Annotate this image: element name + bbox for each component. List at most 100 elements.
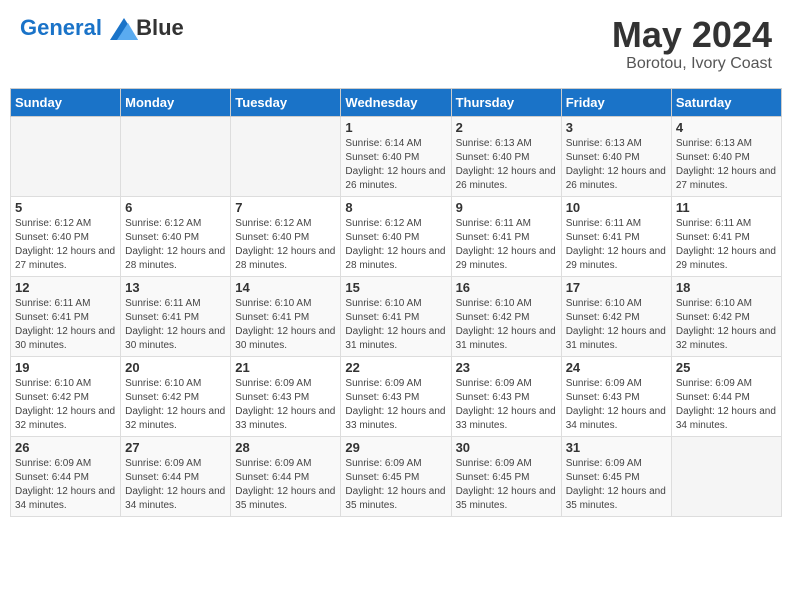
calendar-header-row: SundayMondayTuesdayWednesdayThursdayFrid… [11,88,782,116]
calendar-cell: 17 Sunrise: 6:10 AMSunset: 6:42 PMDayligh… [561,276,671,356]
day-info: Sunrise: 6:12 AMSunset: 6:40 PMDaylight:… [125,217,226,273]
day-info: Sunrise: 6:10 AMSunset: 6:42 PMDaylight:… [566,297,667,353]
calendar-cell: 7 Sunrise: 6:12 AMSunset: 6:40 PMDaylight… [231,196,341,276]
day-info: Sunrise: 6:10 AMSunset: 6:42 PMDaylight:… [456,297,557,353]
calendar-cell: 30 Sunrise: 6:09 AMSunset: 6:45 PMDayligh… [451,436,561,516]
day-info: Sunrise: 6:12 AMSunset: 6:40 PMDaylight:… [235,217,336,273]
calendar-cell: 21Sunrise: 6:09 AMSunset: 6:43 PMDayligh… [231,356,341,436]
day-number: 11 [676,200,777,215]
day-number: 14 [235,280,336,295]
calendar-cell: 1Sunrise: 6:14 AMSunset: 6:40 PMDaylight… [341,116,451,196]
day-number: 4 [676,120,777,135]
day-number: 3 [566,120,667,135]
calendar-cell: 2 Sunrise: 6:13 AMSunset: 6:40 PMDaylight… [451,116,561,196]
day-number: 12 [15,280,116,295]
day-number: 29 [345,440,446,455]
calendar-week-3: 12 Sunrise: 6:11 AMSunset: 6:41 PMDayligh… [11,276,782,356]
calendar-cell: 25Sunrise: 6:09 AMSunset: 6:44 PMDayligh… [671,356,781,436]
day-info: Sunrise: 6:09 AMSunset: 6:43 PMDaylight:… [456,377,557,433]
weekday-header-friday: Friday [561,88,671,116]
day-info: Sunrise: 6:11 AMSunset: 6:41 PMDaylight:… [125,297,226,353]
day-info: Sunrise: 6:09 AMSunset: 6:45 PMDaylight:… [456,457,557,513]
day-info: Sunrise: 6:11 AMSunset: 6:41 PMDaylight:… [456,217,557,273]
calendar-cell: 24Sunrise: 6:09 AMSunset: 6:43 PMDayligh… [561,356,671,436]
day-number: 2 [456,120,557,135]
day-number: 21 [235,360,336,375]
day-info: Sunrise: 6:09 AMSunset: 6:44 PMDaylight:… [125,457,226,513]
day-number: 25 [676,360,777,375]
weekday-header-thursday: Thursday [451,88,561,116]
day-number: 5 [15,200,116,215]
calendar-cell: 16Sunrise: 6:10 AMSunset: 6:42 PMDayligh… [451,276,561,356]
logo: General Blue [20,15,184,41]
day-number: 7 [235,200,336,215]
day-info: Sunrise: 6:11 AMSunset: 6:41 PMDaylight:… [676,217,777,273]
calendar-cell: 20 Sunrise: 6:10 AMSunset: 6:42 PMDayligh… [121,356,231,436]
calendar-table: SundayMondayTuesdayWednesdayThursdayFrid… [10,88,782,517]
day-number: 27 [125,440,226,455]
day-info: Sunrise: 6:11 AMSunset: 6:41 PMDaylight:… [566,217,667,273]
weekday-header-wednesday: Wednesday [341,88,451,116]
calendar-cell: 5 Sunrise: 6:12 AMSunset: 6:40 PMDaylight… [11,196,121,276]
calendar-cell: 31 Sunrise: 6:09 AMSunset: 6:45 PMDayligh… [561,436,671,516]
day-info: Sunrise: 6:13 AMSunset: 6:40 PMDaylight:… [456,137,557,193]
day-info: Sunrise: 6:09 AMSunset: 6:45 PMDaylight:… [345,457,446,513]
calendar-cell: 6 Sunrise: 6:12 AMSunset: 6:40 PMDaylight… [121,196,231,276]
day-number: 10 [566,200,667,215]
day-info: Sunrise: 6:12 AMSunset: 6:40 PMDaylight:… [15,217,116,273]
day-info: Sunrise: 6:09 AMSunset: 6:43 PMDaylight:… [345,377,446,433]
calendar-cell: 29 Sunrise: 6:09 AMSunset: 6:45 PMDayligh… [341,436,451,516]
calendar-cell: 13 Sunrise: 6:11 AMSunset: 6:41 PMDayligh… [121,276,231,356]
calendar-cell: 10 Sunrise: 6:11 AMSunset: 6:41 PMDayligh… [561,196,671,276]
calendar-cell [121,116,231,196]
day-number: 23 [456,360,557,375]
day-number: 26 [15,440,116,455]
calendar-cell: 22Sunrise: 6:09 AMSunset: 6:43 PMDayligh… [341,356,451,436]
calendar-cell [11,116,121,196]
day-number: 15 [345,280,446,295]
calendar-week-4: 19 Sunrise: 6:10 AMSunset: 6:42 PMDayligh… [11,356,782,436]
day-number: 6 [125,200,226,215]
day-info: Sunrise: 6:09 AMSunset: 6:44 PMDaylight:… [235,457,336,513]
day-info: Sunrise: 6:09 AMSunset: 6:44 PMDaylight:… [15,457,116,513]
calendar-cell: 14 Sunrise: 6:10 AMSunset: 6:41 PMDayligh… [231,276,341,356]
weekday-header-saturday: Saturday [671,88,781,116]
calendar-week-2: 5 Sunrise: 6:12 AMSunset: 6:40 PMDaylight… [11,196,782,276]
calendar-week-1: 1Sunrise: 6:14 AMSunset: 6:40 PMDaylight… [11,116,782,196]
calendar-cell [231,116,341,196]
logo-general: General [20,15,102,40]
day-number: 28 [235,440,336,455]
day-info: Sunrise: 6:13 AMSunset: 6:40 PMDaylight:… [566,137,667,193]
weekday-header-tuesday: Tuesday [231,88,341,116]
day-number: 31 [566,440,667,455]
day-info: Sunrise: 6:10 AMSunset: 6:42 PMDaylight:… [125,377,226,433]
day-info: Sunrise: 6:14 AMSunset: 6:40 PMDaylight:… [345,137,446,193]
page-header: General Blue May 2024 Borotou, Ivory Coa… [10,10,782,78]
calendar-title: May 2024 [612,15,772,55]
calendar-cell: 27 Sunrise: 6:09 AMSunset: 6:44 PMDayligh… [121,436,231,516]
calendar-cell: 4 Sunrise: 6:13 AMSunset: 6:40 PMDaylight… [671,116,781,196]
weekday-header-monday: Monday [121,88,231,116]
day-number: 13 [125,280,226,295]
calendar-cell: 12Sunrise: 6:11 AMSunset: 6:41 PMDayligh… [11,276,121,356]
day-number: 24 [566,360,667,375]
day-number: 17 [566,280,667,295]
day-info: Sunrise: 6:10 AMSunset: 6:41 PMDaylight:… [235,297,336,353]
day-info: Sunrise: 6:09 AMSunset: 6:45 PMDaylight:… [566,457,667,513]
day-number: 9 [456,200,557,215]
day-info: Sunrise: 6:10 AMSunset: 6:42 PMDaylight:… [15,377,116,433]
day-number: 20 [125,360,226,375]
day-info: Sunrise: 6:13 AMSunset: 6:40 PMDaylight:… [676,137,777,193]
calendar-subtitle: Borotou, Ivory Coast [612,55,772,73]
calendar-cell: 3 Sunrise: 6:13 AMSunset: 6:40 PMDaylight… [561,116,671,196]
calendar-week-5: 26 Sunrise: 6:09 AMSunset: 6:44 PMDayligh… [11,436,782,516]
calendar-cell: 15 Sunrise: 6:10 AMSunset: 6:41 PMDayligh… [341,276,451,356]
day-info: Sunrise: 6:12 AMSunset: 6:40 PMDaylight:… [345,217,446,273]
day-number: 30 [456,440,557,455]
day-number: 19 [15,360,116,375]
calendar-cell: 23 Sunrise: 6:09 AMSunset: 6:43 PMDayligh… [451,356,561,436]
day-info: Sunrise: 6:10 AMSunset: 6:41 PMDaylight:… [345,297,446,353]
calendar-cell: 9 Sunrise: 6:11 AMSunset: 6:41 PMDaylight… [451,196,561,276]
day-number: 18 [676,280,777,295]
calendar-cell: 28 Sunrise: 6:09 AMSunset: 6:44 PMDayligh… [231,436,341,516]
